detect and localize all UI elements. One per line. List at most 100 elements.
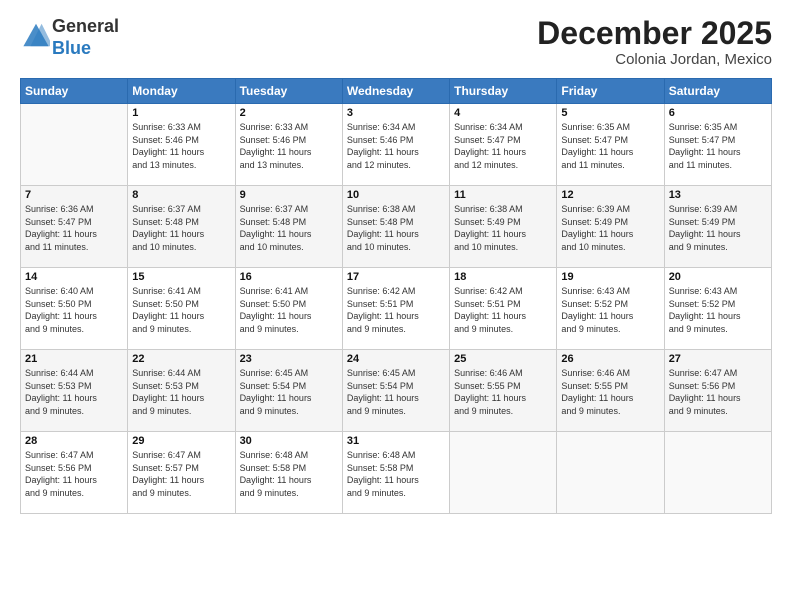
- day-info: Sunrise: 6:46 AM Sunset: 5:55 PM Dayligh…: [561, 367, 659, 417]
- day-number: 13: [669, 189, 767, 201]
- day-info: Sunrise: 6:42 AM Sunset: 5:51 PM Dayligh…: [347, 285, 445, 335]
- calendar-cell: 28 Sunrise: 6:47 AM Sunset: 5:56 PM Dayli…: [21, 432, 128, 514]
- day-number: 1: [132, 107, 230, 119]
- calendar-week-row: 21 Sunrise: 6:44 AM Sunset: 5:53 PM Dayli…: [21, 350, 772, 432]
- day-number: 19: [561, 271, 659, 283]
- calendar-week-row: 1 Sunrise: 6:33 AM Sunset: 5:46 PM Daylig…: [21, 104, 772, 186]
- calendar-cell: 21 Sunrise: 6:44 AM Sunset: 5:53 PM Dayli…: [21, 350, 128, 432]
- calendar-day-header: Thursday: [450, 79, 557, 104]
- title-block: December 2025 Colonia Jordan, Mexico: [537, 16, 772, 68]
- page: General Blue December 2025 Colonia Jorda…: [0, 0, 792, 612]
- calendar-cell: 18Sunrise: 6:42 AM Sunset: 5:51 PM Dayli…: [450, 268, 557, 350]
- day-number: 8: [132, 189, 230, 201]
- day-number: 27: [669, 353, 767, 365]
- calendar-cell: 6 Sunrise: 6:35 AM Sunset: 5:47 PM Daylig…: [664, 104, 771, 186]
- day-info: Sunrise: 6:33 AM Sunset: 5:46 PM Dayligh…: [132, 121, 230, 171]
- calendar-cell: 17Sunrise: 6:42 AM Sunset: 5:51 PM Dayli…: [342, 268, 449, 350]
- day-info: Sunrise: 6:37 AM Sunset: 5:48 PM Dayligh…: [240, 203, 338, 253]
- day-info: Sunrise: 6:45 AM Sunset: 5:54 PM Dayligh…: [240, 367, 338, 417]
- calendar-cell: 11 Sunrise: 6:38 AM Sunset: 5:49 PM Dayli…: [450, 186, 557, 268]
- day-number: 28: [25, 435, 123, 447]
- day-number: 5: [561, 107, 659, 119]
- calendar-cell: 22Sunrise: 6:44 AM Sunset: 5:53 PM Dayli…: [128, 350, 235, 432]
- calendar-day-header: Saturday: [664, 79, 771, 104]
- calendar-cell: 8Sunrise: 6:37 AM Sunset: 5:48 PM Daylig…: [128, 186, 235, 268]
- day-number: 30: [240, 435, 338, 447]
- calendar-cell: [557, 432, 664, 514]
- day-info: Sunrise: 6:46 AM Sunset: 5:55 PM Dayligh…: [454, 367, 552, 417]
- day-info: Sunrise: 6:35 AM Sunset: 5:47 PM Dayligh…: [561, 121, 659, 171]
- calendar-cell: 16 Sunrise: 6:41 AM Sunset: 5:50 PM Dayli…: [235, 268, 342, 350]
- day-info: Sunrise: 6:41 AM Sunset: 5:50 PM Dayligh…: [132, 285, 230, 335]
- calendar-day-header: Wednesday: [342, 79, 449, 104]
- calendar-cell: [664, 432, 771, 514]
- day-number: 7: [25, 189, 123, 201]
- day-info: Sunrise: 6:47 AM Sunset: 5:56 PM Dayligh…: [669, 367, 767, 417]
- header: General Blue December 2025 Colonia Jorda…: [20, 16, 772, 68]
- calendar-cell: 27 Sunrise: 6:47 AM Sunset: 5:56 PM Dayli…: [664, 350, 771, 432]
- calendar-cell: [450, 432, 557, 514]
- day-info: Sunrise: 6:39 AM Sunset: 5:49 PM Dayligh…: [561, 203, 659, 253]
- calendar-cell: 12 Sunrise: 6:39 AM Sunset: 5:49 PM Dayli…: [557, 186, 664, 268]
- calendar-week-row: 28 Sunrise: 6:47 AM Sunset: 5:56 PM Dayli…: [21, 432, 772, 514]
- day-info: Sunrise: 6:38 AM Sunset: 5:49 PM Dayligh…: [454, 203, 552, 253]
- day-number: 6: [669, 107, 767, 119]
- day-info: Sunrise: 6:41 AM Sunset: 5:50 PM Dayligh…: [240, 285, 338, 335]
- day-info: Sunrise: 6:47 AM Sunset: 5:57 PM Dayligh…: [132, 449, 230, 499]
- day-info: Sunrise: 6:39 AM Sunset: 5:49 PM Dayligh…: [669, 203, 767, 253]
- day-number: 3: [347, 107, 445, 119]
- calendar-cell: 23 Sunrise: 6:45 AM Sunset: 5:54 PM Dayli…: [235, 350, 342, 432]
- calendar-cell: 25Sunrise: 6:46 AM Sunset: 5:55 PM Dayli…: [450, 350, 557, 432]
- day-number: 24: [347, 353, 445, 365]
- main-title: December 2025: [537, 16, 772, 51]
- day-number: 10: [347, 189, 445, 201]
- day-number: 4: [454, 107, 552, 119]
- day-info: Sunrise: 6:38 AM Sunset: 5:48 PM Dayligh…: [347, 203, 445, 253]
- day-number: 9: [240, 189, 338, 201]
- calendar-cell: 24 Sunrise: 6:45 AM Sunset: 5:54 PM Dayli…: [342, 350, 449, 432]
- day-number: 23: [240, 353, 338, 365]
- logo-blue-text: Blue: [52, 38, 91, 58]
- calendar-header-row: SundayMondayTuesdayWednesdayThursdayFrid…: [21, 79, 772, 104]
- calendar-week-row: 7 Sunrise: 6:36 AM Sunset: 5:47 PM Daylig…: [21, 186, 772, 268]
- calendar-day-header: Friday: [557, 79, 664, 104]
- day-info: Sunrise: 6:40 AM Sunset: 5:50 PM Dayligh…: [25, 285, 123, 335]
- calendar-cell: 13 Sunrise: 6:39 AM Sunset: 5:49 PM Dayli…: [664, 186, 771, 268]
- calendar-cell: 2 Sunrise: 6:33 AM Sunset: 5:46 PM Daylig…: [235, 104, 342, 186]
- calendar-cell: 30Sunrise: 6:48 AM Sunset: 5:58 PM Dayli…: [235, 432, 342, 514]
- day-info: Sunrise: 6:42 AM Sunset: 5:51 PM Dayligh…: [454, 285, 552, 335]
- day-info: Sunrise: 6:35 AM Sunset: 5:47 PM Dayligh…: [669, 121, 767, 171]
- calendar-cell: 4Sunrise: 6:34 AM Sunset: 5:47 PM Daylig…: [450, 104, 557, 186]
- day-number: 21: [25, 353, 123, 365]
- day-number: 26: [561, 353, 659, 365]
- day-number: 11: [454, 189, 552, 201]
- day-info: Sunrise: 6:44 AM Sunset: 5:53 PM Dayligh…: [132, 367, 230, 417]
- day-info: Sunrise: 6:43 AM Sunset: 5:52 PM Dayligh…: [561, 285, 659, 335]
- logo-general-text: General: [52, 16, 119, 36]
- calendar-cell: 14 Sunrise: 6:40 AM Sunset: 5:50 PM Dayli…: [21, 268, 128, 350]
- day-info: Sunrise: 6:43 AM Sunset: 5:52 PM Dayligh…: [669, 285, 767, 335]
- calendar-cell: 29Sunrise: 6:47 AM Sunset: 5:57 PM Dayli…: [128, 432, 235, 514]
- calendar-cell: 7 Sunrise: 6:36 AM Sunset: 5:47 PM Daylig…: [21, 186, 128, 268]
- day-number: 2: [240, 107, 338, 119]
- calendar-day-header: Tuesday: [235, 79, 342, 104]
- logo-icon: [22, 21, 50, 49]
- day-number: 31: [347, 435, 445, 447]
- day-info: Sunrise: 6:47 AM Sunset: 5:56 PM Dayligh…: [25, 449, 123, 499]
- logo: General Blue: [20, 16, 119, 59]
- day-number: 12: [561, 189, 659, 201]
- day-info: Sunrise: 6:36 AM Sunset: 5:47 PM Dayligh…: [25, 203, 123, 253]
- calendar-cell: 31 Sunrise: 6:48 AM Sunset: 5:58 PM Dayli…: [342, 432, 449, 514]
- day-info: Sunrise: 6:44 AM Sunset: 5:53 PM Dayligh…: [25, 367, 123, 417]
- calendar-cell: 20 Sunrise: 6:43 AM Sunset: 5:52 PM Dayli…: [664, 268, 771, 350]
- day-number: 20: [669, 271, 767, 283]
- calendar-cell: 9 Sunrise: 6:37 AM Sunset: 5:48 PM Daylig…: [235, 186, 342, 268]
- calendar-cell: [21, 104, 128, 186]
- day-number: 16: [240, 271, 338, 283]
- calendar-table: SundayMondayTuesdayWednesdayThursdayFrid…: [20, 78, 772, 514]
- day-info: Sunrise: 6:33 AM Sunset: 5:46 PM Dayligh…: [240, 121, 338, 171]
- day-info: Sunrise: 6:48 AM Sunset: 5:58 PM Dayligh…: [347, 449, 445, 499]
- day-info: Sunrise: 6:45 AM Sunset: 5:54 PM Dayligh…: [347, 367, 445, 417]
- day-number: 14: [25, 271, 123, 283]
- calendar-cell: 26 Sunrise: 6:46 AM Sunset: 5:55 PM Dayli…: [557, 350, 664, 432]
